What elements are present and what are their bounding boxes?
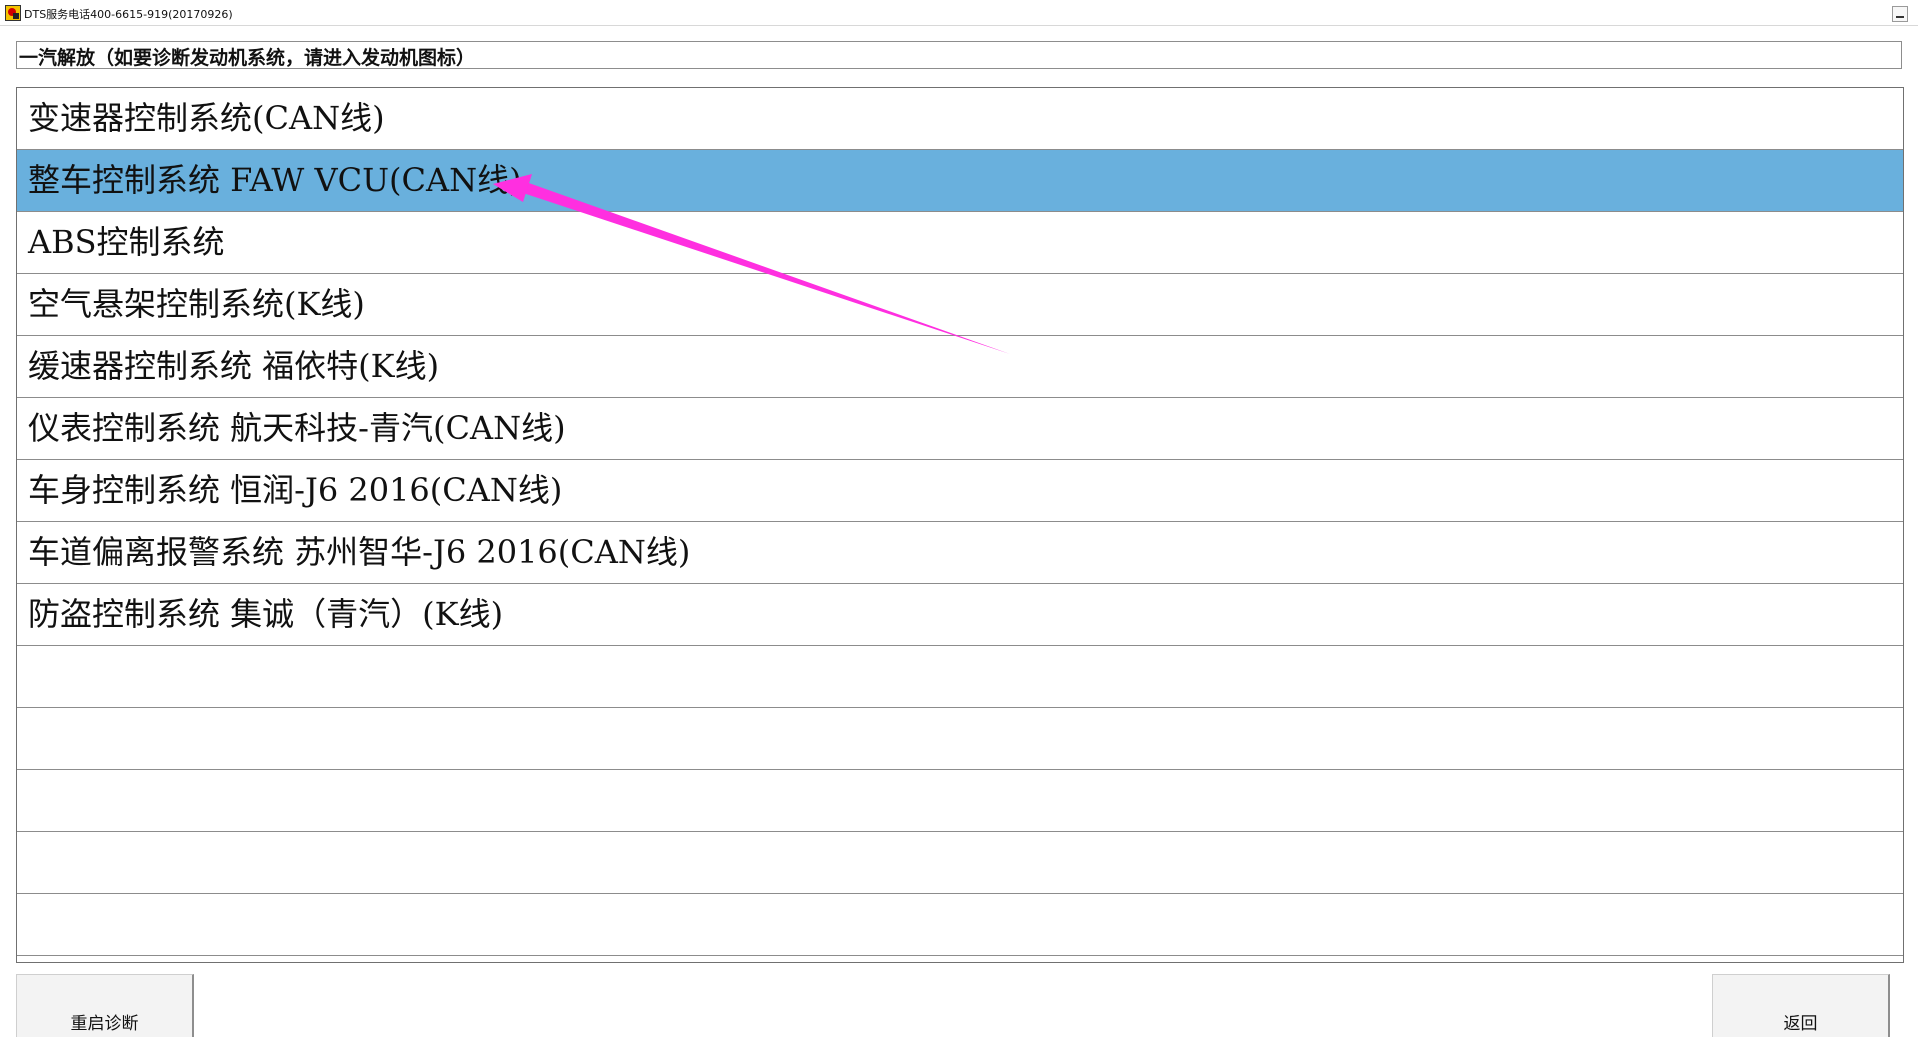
list-item-label: 变速器控制系统(CAN线): [28, 99, 385, 137]
list-item[interactable]: 空气悬架控制系统(K线): [17, 274, 1903, 336]
vehicle-header: 一汽解放（如要诊断发动机系统，请进入发动机图标）: [16, 41, 1902, 69]
back-label: 返回: [1783, 1014, 1818, 1034]
window-titlebar: DTS服务电话400-6615-919(20170926): [0, 0, 1918, 26]
list-item-label: ABS控制系统: [28, 223, 225, 261]
minimize-icon[interactable]: [1892, 6, 1908, 22]
window-title: DTS服务电话400-6615-919(20170926): [24, 8, 233, 21]
list-item-empty[interactable]: [17, 832, 1903, 894]
list-item-label: 缓速器控制系统 福依特(K线): [28, 347, 440, 385]
app-logo-icon: [5, 5, 21, 21]
list-item-selected[interactable]: 整车控制系统 FAW VCU(CAN线): [17, 150, 1903, 212]
vehicle-header-text: 一汽解放（如要诊断发动机系统，请进入发动机图标）: [19, 47, 476, 69]
list-item[interactable]: 防盗控制系统 集诚（青汽）(K线): [17, 584, 1903, 646]
list-item-empty[interactable]: [17, 770, 1903, 832]
list-item[interactable]: 仪表控制系统 航天科技-青汽(CAN线): [17, 398, 1903, 460]
list-item[interactable]: 车道偏离报警系统 苏州智华-J6 2016(CAN线): [17, 522, 1903, 584]
list-item-empty[interactable]: [17, 646, 1903, 708]
restart-diagnosis-label: 重启诊断: [70, 1014, 139, 1034]
list-item[interactable]: 车身控制系统 恒润-J6 2016(CAN线): [17, 460, 1903, 522]
restart-diagnosis-button[interactable]: 重启诊断: [16, 974, 194, 1037]
list-item[interactable]: ABS控制系统: [17, 212, 1903, 274]
bottom-toolbar: 重启诊断 返回: [0, 963, 1918, 1037]
list-item-label: 仪表控制系统 航天科技-青汽(CAN线): [28, 409, 566, 447]
list-item-label: 空气悬架控制系统(K线): [28, 285, 365, 323]
list-item-label: 整车控制系统 FAW VCU(CAN线): [28, 161, 522, 199]
list-item-empty[interactable]: [17, 894, 1903, 956]
list-item-label: 车身控制系统 恒润-J6 2016(CAN线): [28, 471, 563, 509]
back-button[interactable]: 返回: [1712, 974, 1890, 1037]
list-item[interactable]: 缓速器控制系统 福依特(K线): [17, 336, 1903, 398]
list-item-empty[interactable]: [17, 708, 1903, 770]
list-item[interactable]: 变速器控制系统(CAN线): [17, 88, 1903, 150]
system-list: 变速器控制系统(CAN线) 整车控制系统 FAW VCU(CAN线) ABS控制…: [16, 87, 1904, 963]
list-item-label: 车道偏离报警系统 苏州智华-J6 2016(CAN线): [28, 533, 691, 571]
list-item-label: 防盗控制系统 集诚（青汽）(K线): [28, 595, 504, 633]
